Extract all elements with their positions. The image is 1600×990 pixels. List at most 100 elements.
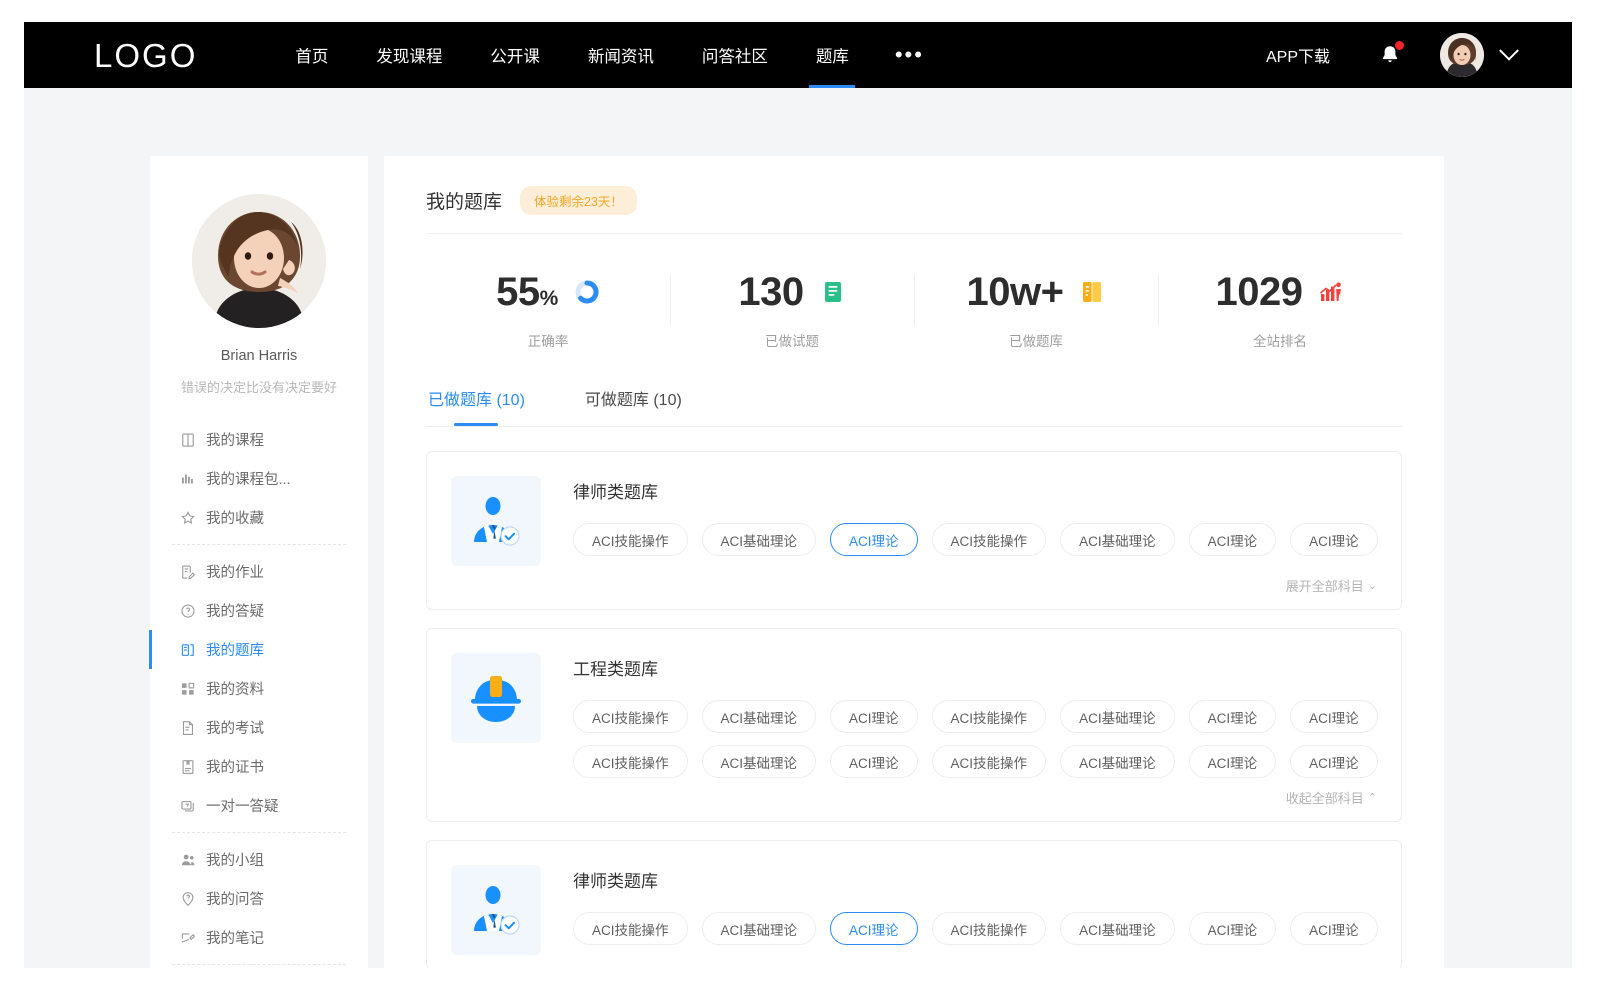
- stat-label: 全站排名: [1253, 330, 1307, 350]
- nav-item-2[interactable]: 发现课程: [352, 22, 466, 88]
- book-icon: [179, 431, 197, 449]
- subject-tag[interactable]: ACI技能操作: [932, 523, 1047, 556]
- subject-tag[interactable]: ACI理论: [830, 700, 918, 733]
- page-root: LOGO 首页发现课程公开课新闻资讯问答社区题库 ••• APP下载: [0, 0, 1600, 990]
- card-main: 律师类题库ACI技能操作ACI基础理论ACI理论ACI技能操作ACI基础理论AC…: [451, 476, 1377, 566]
- notification-bell-button[interactable]: [1376, 40, 1404, 70]
- question-bank-card[interactable]: 律师类题库ACI技能操作ACI基础理论ACI理论ACI技能操作ACI基础理论AC…: [426, 840, 1402, 968]
- expand-subjects-button[interactable]: 展开全部科目⌄: [451, 576, 1377, 595]
- app-download-link[interactable]: APP下载: [1266, 43, 1330, 67]
- subject-tag[interactable]: ACI理论: [1189, 700, 1277, 733]
- nav-item-4[interactable]: 新闻资讯: [564, 22, 678, 88]
- subject-tag[interactable]: ACI技能操作: [573, 912, 688, 945]
- rank-chart-icon: [1318, 280, 1344, 304]
- sidebar-item-4[interactable]: 我的作业: [150, 552, 368, 591]
- stat-card-2: 130已做试题: [670, 268, 914, 350]
- sidebar-item-10[interactable]: 一对一答疑: [150, 786, 368, 825]
- sidebar-item-12[interactable]: 我的小组: [150, 840, 368, 879]
- stat-card-3: 10w+ 已做题库: [914, 268, 1158, 350]
- profile-avatar[interactable]: [192, 194, 326, 328]
- sidebar-item-7[interactable]: 我的资料: [150, 669, 368, 708]
- green-book-icon: [821, 279, 845, 305]
- sidebar-menu: 我的课程我的课程包...我的收藏我的作业我的答疑我的题库我的资料我的考试我的证书…: [150, 420, 368, 968]
- stat-number: 130: [738, 270, 803, 314]
- user-menu-chevron-down-icon[interactable]: [1499, 41, 1519, 61]
- exam-icon: [179, 719, 197, 737]
- page-body: Brian Harris 错误的决定比没有决定要好 我的课程我的课程包...我的…: [24, 88, 1572, 968]
- card-main: 工程类题库ACI技能操作ACI基础理论ACI理论ACI技能操作ACI基础理论AC…: [451, 653, 1377, 778]
- stat-suffix: %: [540, 287, 558, 310]
- nav-item-5[interactable]: 问答社区: [678, 22, 792, 88]
- subject-tag[interactable]: ACI基础理论: [702, 912, 817, 945]
- stat-number: 55: [496, 270, 540, 314]
- nav-item-6[interactable]: 题库: [792, 22, 873, 88]
- card-title: 工程类题库: [573, 655, 1377, 680]
- user-avatar[interactable]: [1440, 33, 1484, 77]
- subject-tag[interactable]: ACI技能操作: [573, 745, 688, 778]
- sidebar-divider: [172, 832, 346, 833]
- profile-motto: 错误的决定比没有决定要好: [181, 377, 337, 396]
- nav-item-1[interactable]: 首页: [271, 22, 352, 88]
- subject-tag[interactable]: ACI理论: [1290, 700, 1378, 733]
- sidebar-item-2[interactable]: 我的收藏: [150, 498, 368, 537]
- sidebar-item-13[interactable]: 我的问答: [150, 879, 368, 918]
- sidebar-item-label: 一对一答疑: [206, 795, 279, 816]
- sidebar-item-9[interactable]: 我的证书: [150, 747, 368, 786]
- qa-pin-icon: [179, 890, 197, 908]
- sidebar-item-14[interactable]: 我的笔记: [150, 918, 368, 957]
- orange-book-icon: [1079, 279, 1105, 305]
- subject-tag[interactable]: ACI理论: [1290, 912, 1378, 945]
- subject-tag[interactable]: ACI基础理论: [1060, 745, 1175, 778]
- profile-block: Brian Harris 错误的决定比没有决定要好: [150, 156, 368, 396]
- subject-tag[interactable]: ACI基础理论: [1060, 523, 1175, 556]
- subject-tag[interactable]: ACI基础理论: [1060, 700, 1175, 733]
- subject-tag[interactable]: ACI理论: [830, 523, 918, 556]
- subject-tag[interactable]: ACI技能操作: [573, 523, 688, 556]
- subject-tag[interactable]: ACI技能操作: [932, 745, 1047, 778]
- subject-tag[interactable]: ACI理论: [830, 912, 918, 945]
- donut-chart-icon: [574, 279, 600, 305]
- main-header: 我的题库 体验剩余23天！: [426, 156, 1402, 234]
- sidebar-item-5[interactable]: 我的答疑: [150, 591, 368, 630]
- subject-tag[interactable]: ACI基础理论: [702, 700, 817, 733]
- nav-more-icon[interactable]: •••: [873, 22, 946, 88]
- sidebar-item-0[interactable]: 我的课程: [150, 420, 368, 459]
- trial-status-badge: 体验剩余23天！: [520, 186, 637, 215]
- nav-item-3[interactable]: 公开课: [466, 22, 564, 88]
- question-bank-card[interactable]: 律师类题库ACI技能操作ACI基础理论ACI理论ACI技能操作ACI基础理论AC…: [426, 451, 1402, 610]
- sidebar-item-8[interactable]: 我的考试: [150, 708, 368, 747]
- subject-tag[interactable]: ACI理论: [1189, 523, 1277, 556]
- subject-tag[interactable]: ACI理论: [1290, 745, 1378, 778]
- materials-icon: [179, 680, 197, 698]
- stat-label: 已做题库: [1009, 330, 1063, 350]
- subject-tag[interactable]: ACI理论: [1290, 523, 1378, 556]
- sidebar-item-6[interactable]: 我的题库: [150, 630, 368, 669]
- subject-tag[interactable]: ACI理论: [1189, 745, 1277, 778]
- site-logo[interactable]: LOGO: [94, 39, 197, 72]
- page-title: 我的题库: [426, 187, 502, 214]
- expand-subjects-button[interactable]: 收起全部科目⌃: [451, 788, 1377, 807]
- note-icon: [179, 929, 197, 947]
- subject-tag[interactable]: ACI基础理论: [1060, 912, 1175, 945]
- subject-tag[interactable]: ACI技能操作: [932, 912, 1047, 945]
- expand-subjects-label: 收起全部科目: [1286, 788, 1364, 807]
- tab-1[interactable]: 已做题库 (10): [426, 382, 527, 426]
- stat-value-row: 10w+: [967, 268, 1106, 316]
- sidebar-item-label: 我的证书: [206, 756, 264, 777]
- sidebar: Brian Harris 错误的决定比没有决定要好 我的课程我的课程包...我的…: [150, 156, 368, 968]
- subject-tag[interactable]: ACI理论: [1189, 912, 1277, 945]
- note-icon: [179, 929, 197, 947]
- subject-tag[interactable]: ACI理论: [830, 745, 918, 778]
- certificate-icon: [179, 758, 197, 776]
- subject-tag[interactable]: ACI基础理论: [702, 523, 817, 556]
- sidebar-item-1[interactable]: 我的课程包...: [150, 459, 368, 498]
- sidebar-divider: [172, 964, 346, 965]
- exam-icon: [179, 719, 197, 737]
- tab-2[interactable]: 可做题库 (10): [583, 382, 684, 426]
- subject-tag[interactable]: ACI基础理论: [702, 745, 817, 778]
- question-bank-card[interactable]: 工程类题库ACI技能操作ACI基础理论ACI理论ACI技能操作ACI基础理论AC…: [426, 628, 1402, 822]
- subject-tag[interactable]: ACI技能操作: [932, 700, 1047, 733]
- subject-tag[interactable]: ACI技能操作: [573, 700, 688, 733]
- book-icon: [179, 431, 197, 449]
- subject-tag-rows: ACI技能操作 ACI基础理论 ACI理论 ACI技能操作 ACI基础理论 ACI理论 AC…: [573, 700, 1377, 778]
